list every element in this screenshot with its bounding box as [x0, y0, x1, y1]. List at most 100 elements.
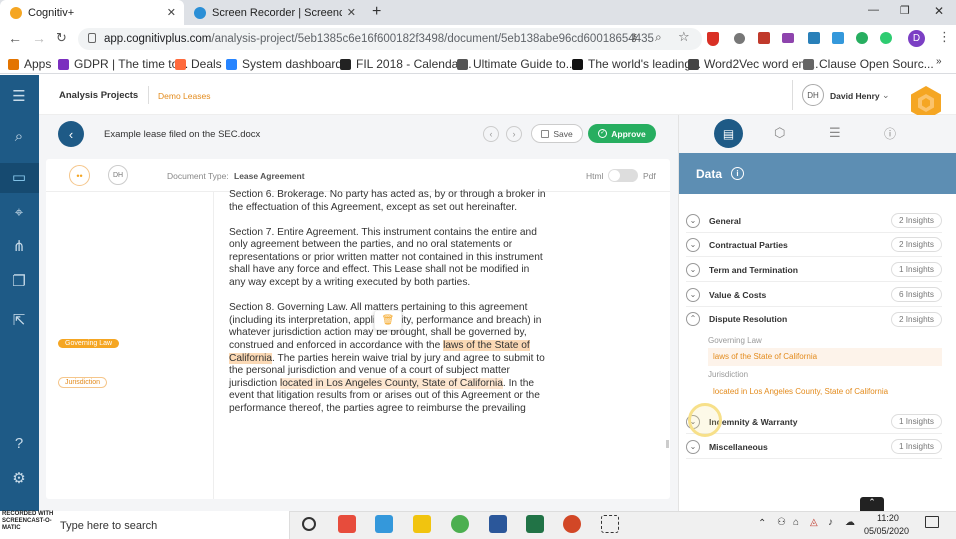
close-tab-icon[interactable]: ✕	[167, 6, 176, 19]
breadcrumb-project[interactable]: Demo Leases	[158, 91, 210, 101]
tray-volume-icon[interactable]: ♪	[828, 517, 833, 528]
bookmark-item[interactable]: The world's leading...	[572, 57, 701, 71]
bookmark-item[interactable]: Apps	[8, 57, 51, 71]
next-doc-button[interactable]: ›	[506, 126, 522, 142]
extension-evernote-icon[interactable]	[856, 32, 868, 44]
tray-onedrive-icon[interactable]: ☁	[845, 517, 855, 528]
delete-annotation-icon[interactable]: 🗑	[374, 310, 402, 330]
cube-tab-icon[interactable]: ⬡	[774, 125, 785, 141]
dispute-jur-value[interactable]: located in Los Angeles County, State of …	[713, 387, 888, 396]
browser-tab-screencast[interactable]: Screen Recorder | Screencast-O-M ✕	[184, 0, 364, 25]
category-row[interactable]: ⌄ Term and Termination 1 Insights	[686, 258, 942, 282]
file-explorer-icon[interactable]	[413, 515, 431, 533]
chevron-down-icon[interactable]: ⌄	[686, 213, 700, 228]
snipping-tool-icon[interactable]	[601, 515, 619, 533]
scrollbar-thumb[interactable]	[666, 440, 669, 448]
extension-gear-icon[interactable]	[880, 32, 892, 44]
bookmark-item[interactable]: GDPR | The time to...	[58, 57, 188, 71]
bookmarks-overflow-icon[interactable]: »	[936, 56, 942, 67]
bookmark-item[interactable]: FIL 2018 - Calendar...	[340, 57, 472, 71]
user-name[interactable]: David Henry	[830, 91, 880, 101]
chevron-up-icon[interactable]: ⌃	[686, 312, 700, 326]
menu-icon[interactable]: ☰	[9, 87, 29, 107]
info-tab-icon[interactable]: ⓘ	[884, 125, 896, 142]
reviewer-avatar[interactable]: DH	[108, 165, 128, 185]
annotation-toggle-icon[interactable]: ••	[69, 165, 90, 186]
tag-jurisdiction[interactable]: Jurisdiction	[58, 377, 108, 388]
data-tab-icon[interactable]: ▤	[714, 119, 743, 148]
approve-button[interactable]: ✓ Approve	[588, 124, 656, 143]
tray-network-icon[interactable]: ⌂	[793, 517, 799, 528]
extension-shield-icon[interactable]	[707, 32, 719, 46]
clock-time[interactable]: 11:20	[877, 513, 899, 523]
gift-app-icon[interactable]	[338, 515, 356, 533]
prev-doc-button[interactable]: ‹	[483, 126, 499, 142]
dispute-gov-value[interactable]: laws of the State of California	[713, 352, 817, 361]
help-icon[interactable]: ?	[9, 434, 29, 454]
category-row[interactable]: ⌄ General 2 Insights	[686, 209, 942, 233]
folder-icon[interactable]: ▭	[9, 168, 29, 188]
user-menu-chevron-icon[interactable]: ⌄	[882, 90, 890, 101]
search-icon[interactable]: ⌕	[9, 127, 29, 147]
tray-people-icon[interactable]: ⚇	[777, 517, 786, 528]
key-icon[interactable]: ⚷	[630, 31, 638, 44]
back-button[interactable]: ‹	[58, 121, 84, 147]
settings-icon[interactable]: ⚙	[9, 469, 29, 489]
close-window-button[interactable]: ✕	[934, 4, 944, 18]
chrome-app-icon[interactable]	[451, 515, 469, 533]
notifications-icon[interactable]	[925, 516, 939, 528]
back-icon[interactable]: ←	[8, 30, 22, 46]
bookmark-item[interactable]: Word2Vec word em...	[688, 57, 819, 71]
url-bar[interactable]: app.cognitivplus.com/analysis-project/5e…	[78, 28, 702, 50]
profile-avatar[interactable]: D	[908, 30, 925, 47]
save-button[interactable]: Save	[531, 124, 583, 143]
extension-calendar-icon[interactable]	[808, 32, 820, 44]
zoom-icon[interactable]: ⌕	[655, 30, 662, 45]
restore-button[interactable]: ❐	[900, 4, 910, 17]
bookmark-item[interactable]: System dashboard...	[226, 57, 352, 71]
task-view-icon[interactable]	[302, 517, 316, 531]
extension-circle-icon[interactable]	[734, 33, 745, 44]
tray-chevron-icon[interactable]: ⌃	[758, 518, 766, 529]
highlight-jurisdiction[interactable]: located in Los Angeles County, State of …	[279, 377, 503, 389]
extension-pdf-icon[interactable]	[758, 32, 770, 44]
data-info-icon[interactable]: i	[731, 167, 745, 180]
word-app-icon[interactable]	[489, 515, 507, 533]
list-tab-icon[interactable]: ☰	[829, 125, 841, 141]
bookmark-star-icon[interactable]: ☆	[678, 29, 690, 45]
export-icon[interactable]: ⇱	[9, 311, 29, 331]
doc-type-value[interactable]: Lease Agreement	[234, 171, 305, 181]
panel-expand-icon[interactable]: ⌃	[860, 497, 884, 511]
chevron-down-icon[interactable]: ⌄	[686, 287, 700, 302]
chevron-down-icon[interactable]: ⌄	[686, 237, 700, 252]
forward-icon[interactable]: →	[32, 30, 46, 46]
extension-grid-icon[interactable]	[782, 33, 794, 43]
tag-governing-law[interactable]: Governing Law	[58, 339, 120, 348]
bookmark-item[interactable]: Deals	[175, 57, 222, 71]
new-tab-button[interactable]: +	[372, 3, 381, 21]
more-menu-icon[interactable]: ⋮	[938, 29, 951, 45]
extension-badge-icon[interactable]	[832, 32, 844, 44]
telescope-icon[interactable]: ⌖	[9, 203, 29, 223]
browser-tab-cognitiv[interactable]: Cognitiv+ ✕	[0, 0, 184, 25]
category-row[interactable]: ⌄ Contractual Parties 2 Insights	[686, 233, 942, 257]
chevron-down-icon[interactable]: ⌄	[686, 262, 700, 277]
store-app-icon[interactable]	[375, 515, 393, 533]
bookmark-item[interactable]: Clause Open Sourc...	[803, 57, 934, 71]
reload-icon[interactable]: ↻	[56, 30, 67, 46]
powerpoint-app-icon[interactable]	[563, 515, 581, 533]
clock-date[interactable]: 05/05/2020	[864, 526, 909, 536]
user-avatar[interactable]: DH	[802, 84, 824, 106]
html-pdf-toggle[interactable]	[608, 169, 638, 182]
excel-app-icon[interactable]	[526, 515, 544, 533]
bookmark-item[interactable]: Ultimate Guide to...	[457, 57, 576, 71]
tray-acrobat-icon[interactable]: ◬	[810, 517, 818, 528]
minimize-button[interactable]: —	[868, 4, 879, 16]
category-row[interactable]: ⌄ Miscellaneous 1 Insights	[686, 435, 942, 459]
category-row[interactable]: ⌄ Indemnity & Warranty 1 Insights	[686, 410, 942, 434]
close-tab-icon[interactable]: ✕	[347, 6, 356, 19]
category-row[interactable]: ⌃ Dispute Resolution 2 Insights	[686, 307, 942, 331]
chevron-down-icon[interactable]: ⌄	[686, 439, 700, 454]
hierarchy-icon[interactable]: ⋔	[9, 237, 29, 257]
documents-icon[interactable]: ❐	[9, 272, 29, 292]
